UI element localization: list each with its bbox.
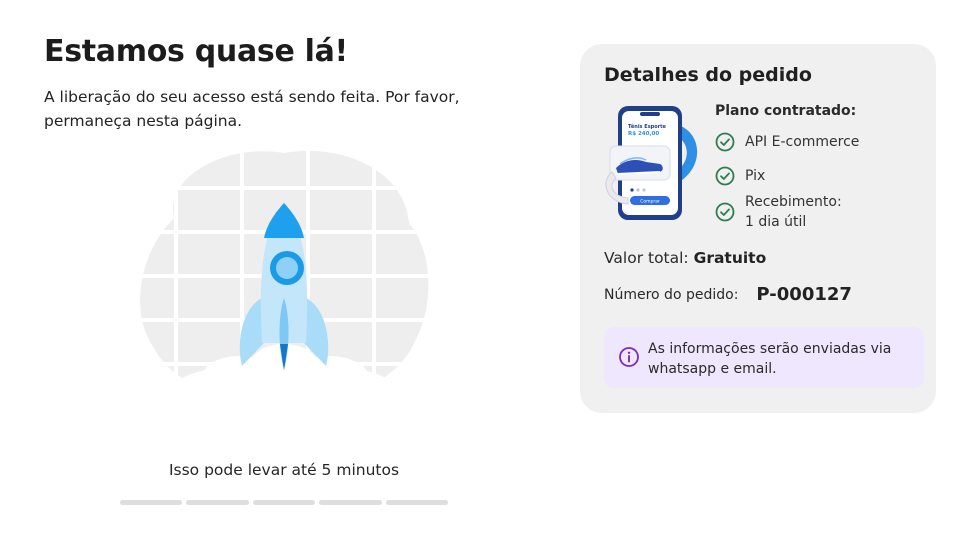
check-circle-icon [715, 202, 735, 222]
wait-message: Isso pode levar até 5 minutos [168, 461, 400, 479]
progress-bar [120, 500, 449, 505]
rocket-launch-icon [134, 148, 434, 400]
plan-item: Recebimento: 1 dia útil [715, 192, 859, 232]
page-subtitle: A liberação do seu acesso está sendo fei… [44, 88, 460, 130]
total-row: Valor total: Gratuito [604, 249, 766, 267]
info-text: As informações serão enviadas via whatsa… [648, 341, 892, 377]
plan-item-label: API E-commerce [745, 134, 860, 150]
total-label: Valor total: [604, 249, 689, 267]
plan-item-label: Pix [745, 168, 766, 184]
progress-segment [385, 500, 449, 505]
page-title: Estamos quase lá! [44, 34, 348, 69]
progress-segment [186, 500, 249, 505]
plan-item: Pix [715, 166, 859, 186]
plan-label: Plano contratado: [715, 103, 857, 119]
phone-buy-button-label: Comprar [640, 199, 660, 205]
progress-segment [120, 500, 183, 505]
phone-product-price: R$ 240,00 [628, 131, 659, 137]
progress-segment [319, 500, 382, 505]
order-details-title: Detalhes do pedido [604, 64, 812, 86]
order-details-card: Detalhes do pedido Tênis Esporte R$ 240,… [580, 44, 936, 413]
info-icon [619, 347, 639, 367]
order-number-row: Número do pedido: P-000127 [604, 284, 852, 305]
phone-product-title: Tênis Esporte [628, 123, 667, 130]
plan-item: API E-commerce [715, 132, 859, 152]
plan-list: API E-commerce Pix Recebimento: 1 dia út… [715, 132, 859, 232]
order-number-label: Número do pedido: [604, 286, 739, 303]
order-number-value: P-000127 [756, 284, 852, 305]
info-notice: As informações serão enviadas via whatsa… [604, 327, 924, 388]
progress-segment [252, 500, 316, 505]
check-circle-icon [715, 166, 735, 186]
total-value: Gratuito [693, 249, 767, 267]
plan-item-label: Recebimento: 1 dia útil [745, 194, 842, 230]
check-circle-icon [715, 132, 735, 152]
phone-shopping-illustration: Tênis Esporte R$ 240,00 Comprar [605, 106, 698, 220]
